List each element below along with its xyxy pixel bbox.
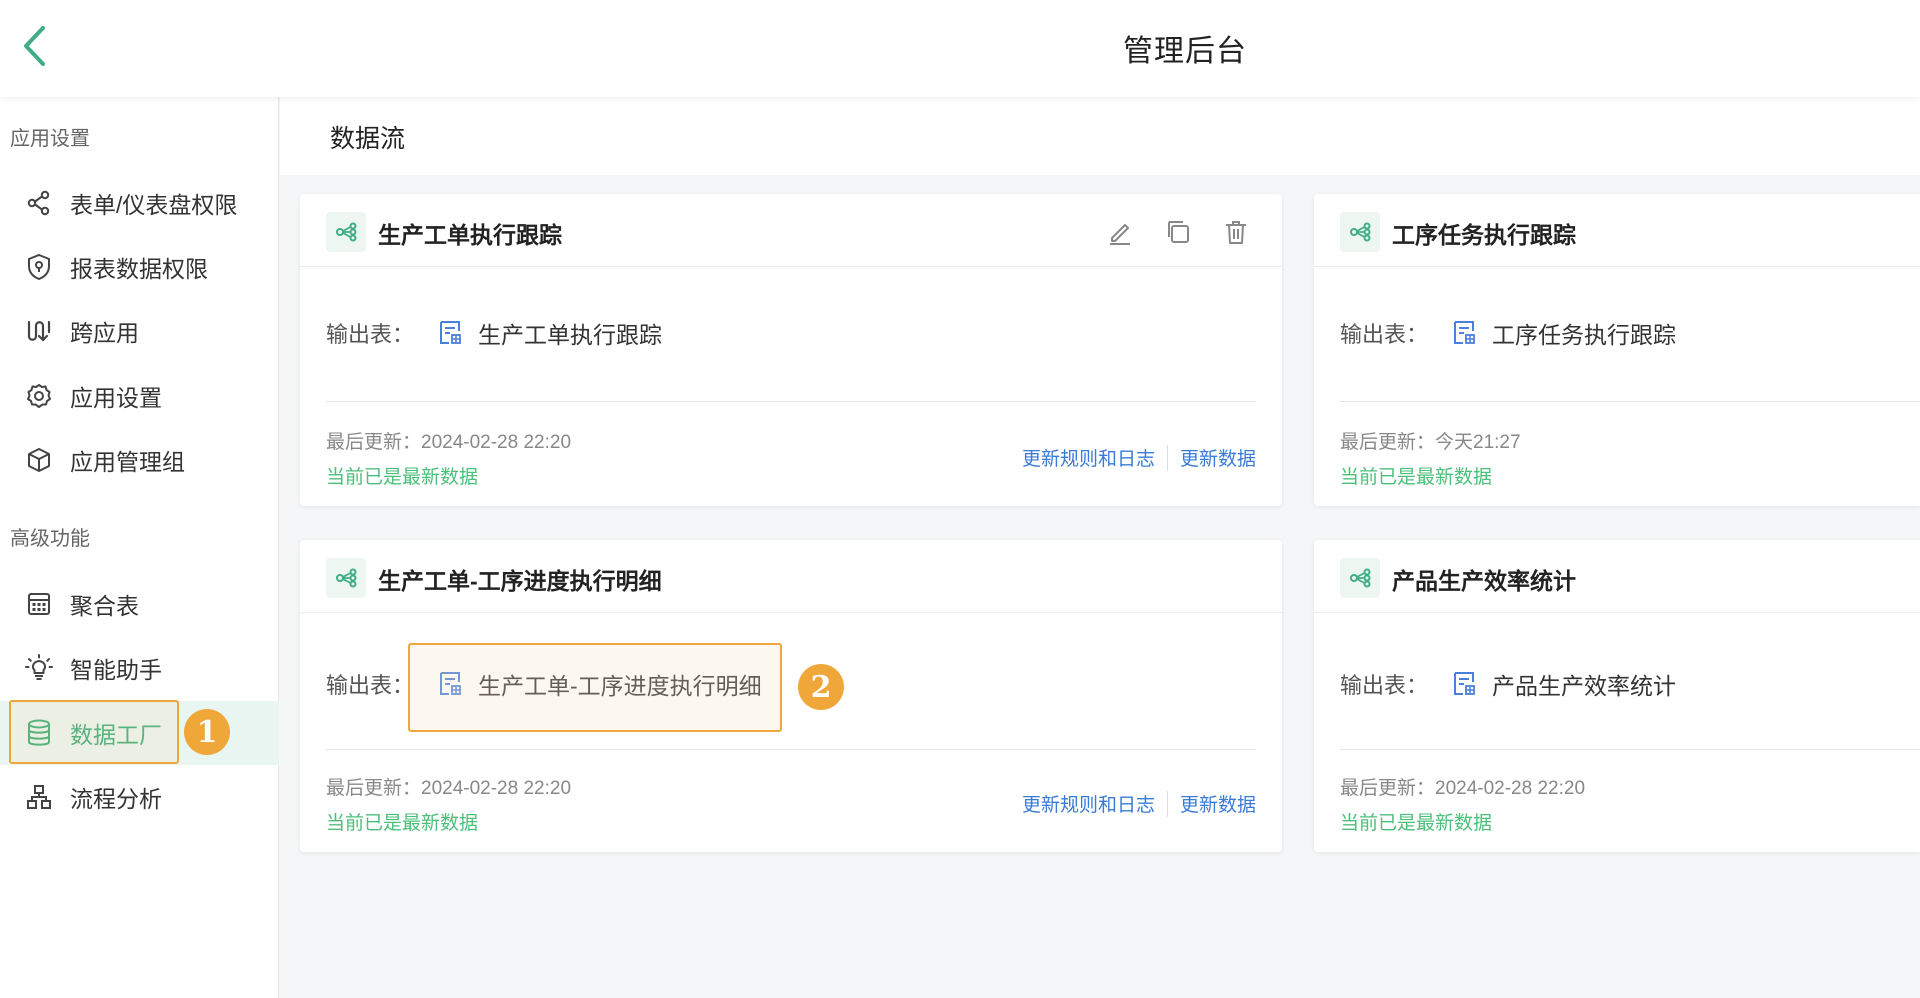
copy-icon — [1168, 221, 1189, 243]
sidebar-item-app-admin-group[interactable]: 应用管理组 — [0, 431, 279, 489]
sidebar-item-aggregate-table[interactable]: 聚合表 — [0, 575, 279, 633]
sidebar-item-app-settings[interactable]: 应用设置 — [0, 367, 279, 425]
dataflow-card[interactable]: 生产工单-工序进度执行明细 输出表： 生产工单-工序进度执行明细 2 最后更新：… — [300, 540, 1282, 852]
update-rules-log-link[interactable]: 更新规则和日志 — [1022, 790, 1155, 817]
sidebar-item-form-dashboard-permission[interactable]: 表单/仪表盘权限 — [0, 174, 279, 232]
sidebar: 应用设置 表单/仪表盘权限 报表数据权限 跨应用 应用设置 应用管理组 高级功能 — [0, 97, 279, 998]
dataflow-card[interactable]: 产品生产效率统计 输出表： 产品生产效率统计 最后更新：2024-02-28 2… — [1314, 540, 1920, 852]
section-title: 数据流 — [330, 125, 406, 153]
card-divider — [1340, 749, 1920, 750]
output-row: 输出表： 生产工单-工序进度执行明细 — [326, 667, 762, 701]
output-label: 输出表： — [1340, 322, 1429, 347]
last-updated: 最后更新：今天21:27 — [1340, 432, 1521, 453]
dataflow-card[interactable]: 工序任务执行跟踪 输出表： 工序任务执行跟踪 最后更新：今天21:27 当前已是… — [1314, 194, 1920, 506]
edit-button[interactable] — [1104, 216, 1136, 248]
status-text: 当前已是最新数据 — [1340, 813, 1493, 834]
status-text: 当前已是最新数据 — [326, 813, 479, 834]
sidebar-group-advanced: 高级功能 — [10, 528, 90, 550]
card-title: 生产工单-工序进度执行明细 — [378, 568, 662, 594]
share-nodes-icon — [24, 188, 54, 218]
dataflow-icon — [326, 212, 366, 252]
card-header: 产品生产效率统计 — [1314, 540, 1920, 613]
card-divider — [1340, 401, 1920, 402]
database-icon — [24, 718, 54, 748]
last-updated: 最后更新：2024-02-28 22:20 — [1340, 778, 1586, 799]
card-header: 生产工单执行跟踪 — [300, 194, 1282, 267]
calculator-icon — [24, 589, 54, 619]
card-toolbar — [1104, 216, 1252, 248]
dataflow-card[interactable]: 生产工单执行跟踪 输出表： 生产工单执行跟踪 最后更新：2024-02-28 2… — [300, 194, 1282, 506]
step-badge-2: 2 — [798, 664, 844, 710]
link-separator — [1166, 790, 1168, 817]
page-title: 管理后台 — [1123, 35, 1247, 68]
output-label: 输出表： — [1340, 673, 1429, 698]
table-icon — [1450, 319, 1478, 347]
dataflow-icon — [1340, 558, 1380, 598]
output-table-link[interactable]: 生产工单-工序进度执行明细 — [436, 667, 762, 701]
top-bar: 管理后台 — [0, 0, 1920, 97]
link-separator — [1166, 444, 1168, 471]
lightbulb-icon — [24, 653, 54, 683]
card-title: 生产工单执行跟踪 — [378, 222, 562, 248]
gear-icon — [24, 381, 54, 411]
last-updated: 最后更新：2024-02-28 22:20 — [326, 778, 572, 799]
last-updated: 最后更新：2024-02-28 22:20 — [326, 432, 572, 453]
content-header: 数据流 — [280, 97, 1920, 175]
update-data-link[interactable]: 更新数据 — [1180, 444, 1256, 471]
output-table-name: 工序任务执行跟踪 — [1492, 322, 1677, 348]
table-icon — [436, 319, 464, 347]
dataflow-icon — [326, 558, 366, 598]
sidebar-item-process-analysis[interactable]: 流程分析 — [0, 768, 279, 826]
output-row: 输出表： 产品生产效率统计 — [1340, 667, 1676, 701]
card-title: 产品生产效率统计 — [1392, 568, 1576, 594]
table-icon — [1450, 670, 1478, 698]
sidebar-item-data-factory[interactable]: 数据工厂 — [0, 701, 279, 765]
org-chart-icon — [24, 782, 54, 812]
card-divider — [326, 749, 1256, 750]
output-table-link[interactable]: 生产工单执行跟踪 — [436, 316, 662, 350]
card-links: 更新规则和日志 更新数据 — [1022, 444, 1256, 471]
sidebar-item-cross-app[interactable]: 跨应用 — [0, 302, 279, 360]
card-title: 工序任务执行跟踪 — [1392, 222, 1576, 248]
card-links: 更新规则和日志 更新数据 — [1022, 790, 1256, 817]
cube-icon — [24, 445, 54, 475]
output-label: 输出表： — [326, 673, 415, 698]
card-divider — [326, 401, 1256, 402]
output-table-name: 生产工单执行跟踪 — [478, 322, 663, 348]
update-data-link[interactable]: 更新数据 — [1180, 790, 1256, 817]
copy-button[interactable] — [1162, 216, 1194, 248]
table-icon — [436, 670, 464, 698]
output-label: 输出表： — [326, 322, 415, 347]
output-table-link[interactable]: 产品生产效率统计 — [1450, 667, 1676, 701]
status-text: 当前已是最新数据 — [326, 467, 479, 488]
card-header: 工序任务执行跟踪 — [1314, 194, 1920, 267]
output-table-name: 生产工单-工序进度执行明细 — [478, 673, 762, 699]
update-rules-log-link[interactable]: 更新规则和日志 — [1022, 444, 1155, 471]
output-row: 输出表： 工序任务执行跟踪 — [1340, 316, 1676, 350]
sidebar-item-report-permission[interactable]: 报表数据权限 — [0, 238, 279, 296]
output-table-name: 产品生产效率统计 — [1492, 673, 1677, 699]
delete-button[interactable] — [1220, 216, 1252, 248]
trash-icon — [1226, 221, 1246, 244]
step-badge-1: 1 — [184, 709, 230, 755]
card-header: 生产工单-工序进度执行明细 — [300, 540, 1282, 613]
sidebar-item-smart-assistant[interactable]: 智能助手 — [0, 639, 279, 697]
pencil-icon — [1110, 224, 1130, 245]
sidebar-group-app-settings: 应用设置 — [10, 128, 90, 150]
output-row: 输出表： 生产工单执行跟踪 — [326, 316, 662, 350]
cross-app-icon — [24, 316, 54, 346]
shield-icon — [24, 252, 54, 282]
status-text: 当前已是最新数据 — [1340, 467, 1493, 488]
dataflow-icon — [1340, 212, 1380, 252]
output-table-link[interactable]: 工序任务执行跟踪 — [1450, 316, 1676, 350]
